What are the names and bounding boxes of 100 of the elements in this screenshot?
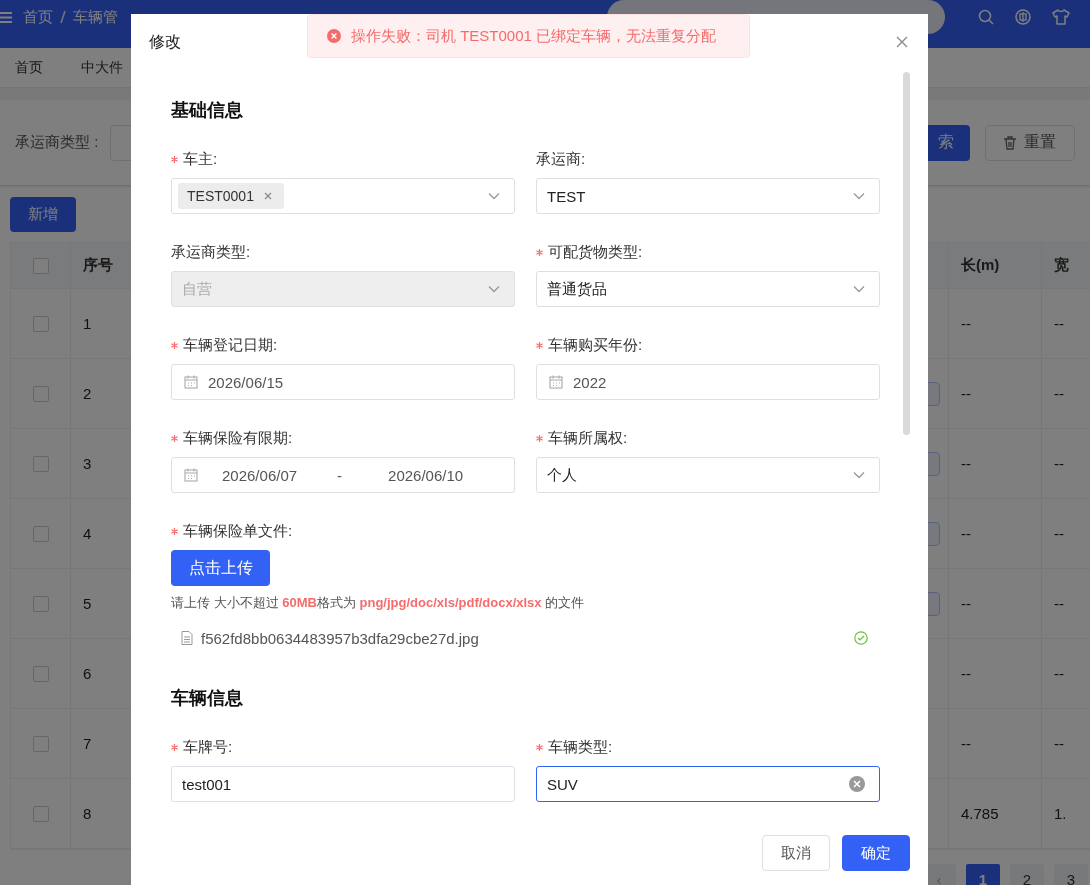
date-range-field[interactable]: 2026/06/07 - 2026/06/10 (171, 457, 515, 493)
start-date: 2026/06/07 (222, 466, 298, 484)
search-icon[interactable] (978, 9, 994, 25)
checkbox[interactable] (32, 665, 49, 682)
toast-message: 操作失败：司机 TEST0001 已绑定车辆，无法重复分配 (351, 26, 717, 46)
table-cell: -- (1054, 665, 1064, 682)
table-cell: 3 (83, 455, 92, 472)
file-name[interactable]: f562fd8bb0634483957b3dfa29cbe27d.jpg (201, 629, 479, 647)
calendar-icon (549, 375, 563, 389)
field-label: 车主: (183, 149, 218, 169)
table-cell: 1. (1054, 805, 1067, 822)
text-field[interactable]: test001 (171, 766, 515, 802)
range-separator: - (337, 466, 343, 484)
checkbox[interactable] (32, 315, 49, 332)
upload-hint: 请上传 大小不超过 60MB格式为 png/jpg/doc/xls/pdf/docx/xlsx 的文件 (171, 594, 586, 612)
page-button[interactable]: 1 (966, 864, 1000, 885)
field-label: 车辆类型: (548, 737, 613, 757)
field-label: 车辆保险单文件: (183, 521, 293, 541)
page-tab[interactable]: 中大件 (81, 58, 123, 77)
table-cell: -- (1054, 315, 1064, 332)
breadcrumb-separator-icon (60, 10, 66, 24)
checkbox[interactable] (32, 805, 49, 822)
table-cell: -- (1054, 525, 1064, 542)
page-button[interactable]: 3 (1054, 864, 1088, 885)
table-cell: -- (1054, 385, 1064, 402)
checkbox[interactable] (32, 455, 49, 472)
date-field[interactable]: 2026/06/15 (171, 364, 515, 400)
menu-icon[interactable] (0, 11, 12, 23)
checkbox[interactable] (32, 385, 49, 402)
field-label: 承运商类型: (171, 242, 251, 262)
table-cell: 6 (83, 665, 92, 682)
table-cell: -- (961, 455, 971, 472)
table-cell: 1 (83, 315, 92, 332)
calendar-icon (184, 375, 198, 389)
close-icon[interactable] (896, 36, 908, 48)
clear-icon[interactable] (849, 776, 865, 792)
table-cell: -- (1054, 735, 1064, 752)
breadcrumb-link[interactable]: 首页 (23, 7, 53, 27)
globe-icon[interactable] (1015, 9, 1031, 25)
text-field[interactable]: SUV (536, 766, 880, 802)
field-label: 承运商: (536, 149, 586, 169)
select-field[interactable]: 普通货品 (536, 271, 880, 307)
chevron-down-icon (488, 192, 500, 200)
chevron-down-icon (853, 285, 865, 293)
page-button[interactable]: 2 (1010, 864, 1044, 885)
dialog-title: 修改 (149, 31, 181, 52)
error-icon (327, 29, 341, 43)
select-field: 自营 (171, 271, 515, 307)
table-cell: -- (961, 735, 971, 752)
table-cell: 4 (83, 525, 92, 542)
chevron-down-icon (853, 192, 865, 200)
scrollbar[interactable] (903, 72, 910, 435)
end-date: 2026/06/10 (388, 466, 464, 484)
table-cell: -- (1054, 455, 1064, 472)
confirm-button[interactable]: 确定 (842, 835, 910, 871)
cancel-button[interactable]: 取消 (762, 835, 830, 871)
checkbox[interactable] (32, 525, 49, 542)
add-button[interactable]: 新增 (10, 197, 76, 232)
table-cell: 7 (83, 735, 92, 752)
field-label: 车辆购买年份: (548, 335, 643, 355)
checkbox[interactable] (32, 735, 49, 752)
table-cell: -- (961, 595, 971, 612)
table-cell: 8 (83, 805, 92, 822)
table-cell: 4.785 (961, 805, 999, 822)
field-label: 车牌号: (183, 737, 233, 757)
select-field[interactable]: TEST (536, 178, 880, 214)
filter-label: 承运商类型 : (15, 133, 99, 152)
table-cell: -- (961, 385, 971, 402)
reset-button[interactable]: 重置 (985, 124, 1075, 161)
tag-label: TEST0001 (187, 188, 254, 204)
select-field[interactable]: 个人 (536, 457, 880, 493)
calendar-icon (184, 468, 198, 482)
remove-icon[interactable] (263, 192, 272, 200)
section-title: 基础信息 (171, 99, 244, 122)
field-label: 可配货物类型: (548, 242, 643, 262)
page-tab[interactable]: 首页 (15, 58, 43, 77)
shirt-icon[interactable] (1052, 9, 1070, 25)
document-icon (181, 631, 193, 645)
section-title: 车辆信息 (171, 687, 244, 710)
date-field[interactable]: 2022 (536, 364, 880, 400)
upload-button[interactable]: 点击上传 (171, 550, 270, 586)
checkbox[interactable] (32, 595, 49, 612)
table-cell: -- (961, 315, 971, 332)
field-label: 车辆登记日期: (183, 335, 278, 355)
breadcrumb-link[interactable]: 车辆管 (73, 7, 118, 27)
select-field[interactable]: TEST0001 (171, 178, 515, 214)
column-header: 宽 (1054, 256, 1069, 275)
table-cell: -- (961, 665, 971, 682)
table-cell: 5 (83, 595, 92, 612)
table-cell: -- (1054, 595, 1064, 612)
field-label: 车辆所属权: (548, 428, 628, 448)
chevron-down-icon (488, 285, 500, 293)
table-cell: -- (961, 525, 971, 542)
checkbox[interactable] (32, 257, 49, 274)
table-cell: 2 (83, 385, 92, 402)
chevron-down-icon (853, 471, 865, 479)
column-header: 长(m) (961, 256, 1000, 275)
column-header: 序号 (83, 256, 113, 275)
field-label: 车辆保险有限期: (183, 428, 293, 448)
trash-icon (1004, 135, 1016, 150)
